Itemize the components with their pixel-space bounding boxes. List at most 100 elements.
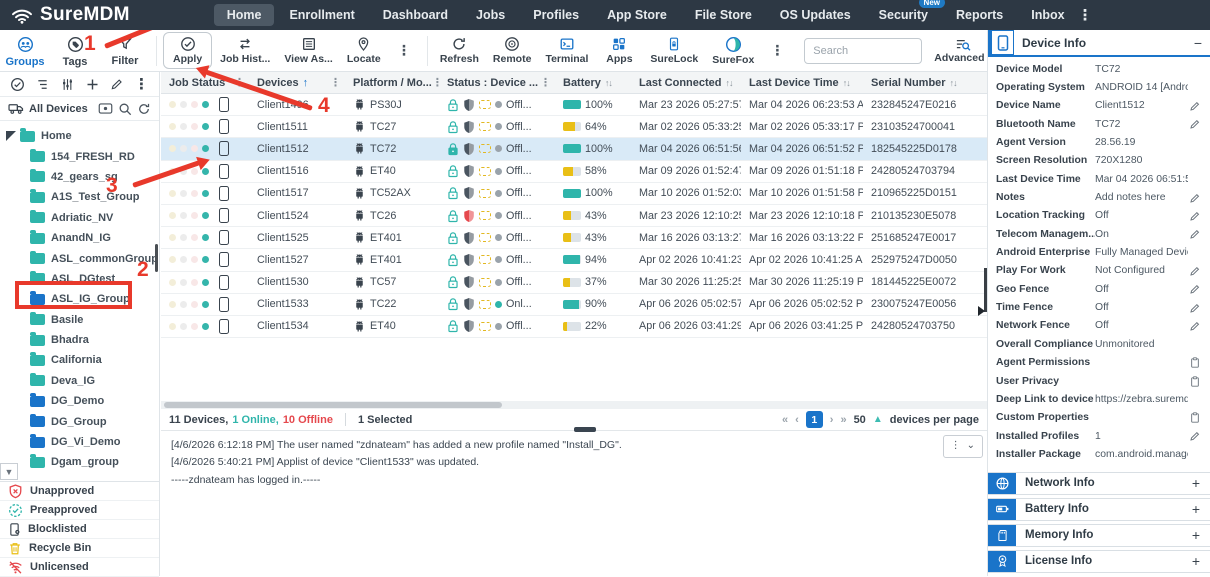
section-license-info[interactable]: License Info+ [988,550,1210,573]
tree-item-anandn_ig[interactable]: AnandN_IG [0,228,159,248]
refresh-icon[interactable] [137,102,151,116]
select-check-icon[interactable] [10,77,25,92]
edit-pencil-icon[interactable] [1188,265,1202,277]
column-header-battery[interactable]: Battery↑↓ [555,72,631,93]
per-page-chevron-icon[interactable]: ▲ [873,414,883,425]
column-menu-icon[interactable]: ⋮ [432,76,439,89]
expand-plus-icon[interactable]: + [1192,553,1200,569]
log-controls[interactable]: ⋮ ⌄ [943,435,983,458]
column-header-serial-number[interactable]: Serial Number↑↓ [863,72,981,93]
table-row-client1517[interactable]: Client1517TC52AXOffl...100%Mar 10 2026 0… [161,183,987,205]
tree-item-home[interactable]: Home [0,126,159,146]
next-page-button[interactable]: › [830,414,834,426]
sidebar-item-blocklisted[interactable]: Blocklisted [0,520,159,539]
tree-item-deva_ig[interactable]: Deva_IG [0,371,159,391]
column-header-status-device-[interactable]: Status : Device ...⋮ [439,72,555,93]
table-row-client1534[interactable]: Client1534ET40Offl...22%Apr 06 2026 03:4… [161,316,987,338]
horizontal-scrollbar[interactable] [161,401,987,409]
edit-pencil-icon[interactable] [110,77,124,91]
table-row-client1527[interactable]: Client1527ET401Offl...94%Apr 02 2026 10:… [161,249,987,271]
log-menu-icon[interactable]: ⋮ [951,438,961,455]
advanced-search-button[interactable]: Advanced▾ [934,38,992,64]
tree-item-dgam_group[interactable]: Dgam_group [0,452,159,472]
table-row-client1512[interactable]: Client1512TC72Offl...100%Mar 04 2026 06:… [161,138,987,160]
expand-caret-icon[interactable] [6,131,16,141]
sort-icon[interactable]: ↑↓ [843,78,850,88]
device-name-cell[interactable]: Client1517 [249,187,345,199]
device-name-cell[interactable]: Client1516 [249,165,345,177]
device-phone-icon[interactable] [219,186,229,201]
tree-scroll-down-button[interactable]: ▼ [0,463,18,480]
job-hist--button[interactable]: Job Hist... [214,33,276,68]
device-name-cell[interactable]: Client1527 [249,254,345,266]
filter-sliders-icon[interactable] [60,77,75,92]
column-header-last-connected[interactable]: Last Connected↑↓ [631,72,741,93]
device-phone-icon[interactable] [219,252,229,267]
remote-button[interactable]: Remote [487,33,538,68]
tree-scrollbar-thumb[interactable] [155,244,158,272]
nav-item-dashboard[interactable]: Dashboard [370,4,461,26]
surelock-button[interactable]: SureLock [644,33,704,68]
tree-item-dg_vi_demo[interactable]: DG_Vi_Demo [0,432,159,452]
device-phone-icon[interactable] [219,97,229,112]
log-resize-handle[interactable] [574,427,596,432]
table-row-client1524[interactable]: Client1524TC26Offl...43%Mar 23 2026 12:1… [161,205,987,227]
tree-item-asl_dgtest[interactable]: ASL_DGtest [0,269,159,289]
nav-item-enrollment[interactable]: Enrollment [276,4,367,26]
expand-plus-icon[interactable]: + [1192,527,1200,543]
edit-pencil-icon[interactable] [1188,283,1202,295]
device-phone-icon[interactable] [219,319,229,334]
view-eye-icon[interactable] [98,102,113,115]
section-memory-info[interactable]: Memory Info+ [988,524,1210,547]
tree-item-basile[interactable]: Basile [0,310,159,330]
refresh-button[interactable]: Refresh [434,33,485,68]
tree-item-154_fresh_rd[interactable]: 154_FRESH_RD [0,146,159,166]
table-row-client1530[interactable]: Client1530TC57Offl...37%Mar 30 2026 11:2… [161,272,987,294]
prev-page-button[interactable]: ‹ [795,414,799,426]
edit-pencil-icon[interactable] [1188,430,1202,442]
tree-item-asl_commongroup[interactable]: ASL_commonGroup [0,248,159,268]
copy-clipboard-icon[interactable] [1188,356,1202,369]
device-phone-icon[interactable] [219,141,229,156]
tab-tags[interactable]: Tags [50,34,100,68]
sort-icon[interactable] [35,77,50,92]
edit-pencil-icon[interactable] [1188,228,1202,240]
device-name-cell[interactable]: Client1534 [249,320,345,332]
sort-icon[interactable]: ↑↓ [950,78,957,88]
section-network-info[interactable]: Network Info+ [988,472,1210,495]
sort-asc-icon[interactable]: ↑ [303,77,309,89]
section-battery-info[interactable]: Battery Info+ [988,498,1210,521]
add-group-icon[interactable] [85,77,100,92]
device-name-cell[interactable]: Client1524 [249,210,345,222]
nav-item-security[interactable]: SecurityNew [866,4,941,26]
device-phone-icon[interactable] [219,164,229,179]
sidebar-item-unapproved[interactable]: Unapproved [0,482,159,501]
per-page-value[interactable]: 50 [854,414,866,426]
nav-item-file-store[interactable]: File Store [682,4,765,26]
terminal-button[interactable]: Terminal [539,33,594,68]
nav-item-inbox[interactable]: Inbox [1018,4,1077,26]
sort-icon[interactable]: ↑↓ [726,78,733,88]
edit-pencil-icon[interactable] [1188,192,1202,204]
device-name-cell[interactable]: Client1525 [249,232,345,244]
table-row-client1511[interactable]: Client1511TC27Offl...64%Mar 02 2026 05:3… [161,116,987,138]
tree-item-dg_group[interactable]: DG_Group [0,411,159,431]
column-menu-icon[interactable]: ⋮ [540,76,551,89]
device-name-cell[interactable]: Client1511 [249,121,345,133]
sidebar-item-preapproved[interactable]: Preapproved [0,501,159,520]
device-info-header[interactable]: Device Info − [988,30,1210,57]
edit-pencil-icon[interactable] [1188,100,1202,112]
sort-icon[interactable]: ↑↓ [605,78,612,88]
last-page-button[interactable]: » [840,414,846,426]
tree-item-dg_demo[interactable]: DG_Demo [0,391,159,411]
copy-clipboard-icon[interactable] [1188,375,1202,388]
collapse-minus-icon[interactable]: − [1194,35,1202,51]
device-name-cell[interactable]: Client1530 [249,276,345,288]
current-page[interactable]: 1 [806,411,823,428]
tree-item-california[interactable]: California [0,350,159,370]
edit-pencil-icon[interactable] [1188,118,1202,130]
apps-button[interactable]: Apps [596,33,642,68]
column-header-last-device-time[interactable]: Last Device Time↑↓ [741,72,863,93]
expand-plus-icon[interactable]: + [1192,475,1200,491]
group-actions-overflow[interactable]: ⋮ [387,42,421,59]
